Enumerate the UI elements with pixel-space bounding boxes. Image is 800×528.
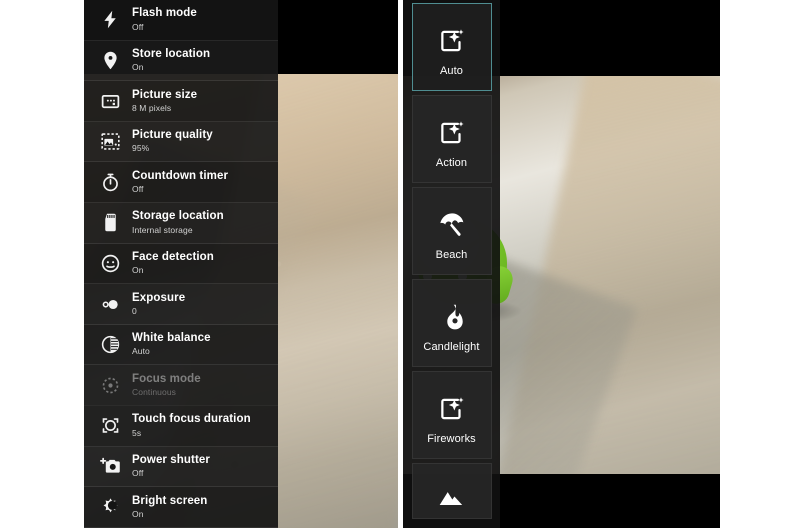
settings-row-title: Touch focus duration <box>132 413 251 426</box>
settings-row[interactable]: Flash mode Off <box>84 0 278 41</box>
settings-row-value: Off <box>132 468 144 479</box>
settings-row-value: 0 <box>132 305 137 316</box>
settings-row-value: On <box>132 508 144 519</box>
settings-row[interactable]: Face detection On <box>84 244 278 285</box>
settings-row-title: Exposure <box>132 291 186 304</box>
settings-row[interactable]: Power shutter Off <box>84 447 278 488</box>
settings-row-text: Exposure 0 <box>132 292 185 317</box>
right-phone-screenshot: Auto Action Beach Candlelight Fireworks <box>403 0 720 528</box>
settings-row-text: Picture quality 95% <box>132 129 213 154</box>
power-shutter-icon <box>88 447 132 487</box>
mountain-icon <box>437 476 467 518</box>
settings-row-value: Auto <box>132 346 150 357</box>
settings-row-text: Countdown timer Off <box>132 170 228 195</box>
settings-row-value: 8 M pixels <box>132 102 172 113</box>
screenshot-page: Flash mode Off Store location On Picture siz… <box>0 0 800 528</box>
settings-row[interactable]: Store location On <box>84 41 278 82</box>
scene-mode-tile[interactable]: Fireworks <box>411 371 492 459</box>
settings-row[interactable]: Countdown timer Off <box>84 162 278 204</box>
settings-row: Focus mode Continuous <box>84 365 278 406</box>
settings-row-text: Storage location Internal storage <box>132 210 224 235</box>
settings-row-value: On <box>132 62 144 73</box>
settings-row-text: White balance Auto <box>132 332 211 357</box>
settings-row-title: Face detection <box>132 250 214 263</box>
scene-mode-tile[interactable]: Candlelight <box>411 279 492 367</box>
settings-row-title: Power shutter <box>132 454 210 467</box>
white-balance-icon <box>88 325 132 365</box>
fireworks-icon <box>437 386 467 432</box>
settings-row-title: Picture quality <box>132 129 213 142</box>
settings-row-text: Face detection On <box>132 251 214 276</box>
settings-row-text: Power shutter Off <box>132 454 210 479</box>
settings-row-text: Picture size 8 M pixels <box>132 89 197 114</box>
action-scene-icon <box>437 110 467 156</box>
scene-mode-label: Candlelight <box>423 340 480 353</box>
settings-row-value: Off <box>132 183 144 194</box>
flame-icon <box>437 294 467 340</box>
scene-mode-label: Action <box>435 156 468 169</box>
scene-mode-tile[interactable]: Beach <box>411 187 492 275</box>
scene-mode-tile[interactable]: Action <box>411 95 492 183</box>
settings-row[interactable]: Touch focus duration 5s <box>84 406 278 447</box>
settings-row-value: Off <box>132 21 144 32</box>
scene-mode-label: Fireworks <box>427 432 476 445</box>
auto-scene-icon <box>437 18 467 64</box>
focus-mode-icon <box>88 365 132 405</box>
settings-row-title: Focus mode <box>132 372 201 385</box>
face-detection-icon <box>88 244 132 284</box>
sd-card-icon <box>88 203 132 243</box>
settings-row-text: Store location On <box>132 48 210 73</box>
settings-row-title: Store location <box>132 47 211 60</box>
settings-row-value: Continuous <box>132 387 177 398</box>
scene-mode-panel[interactable]: Auto Action Beach Candlelight Fireworks <box>403 0 500 528</box>
picture-quality-icon <box>88 122 132 162</box>
settings-row[interactable]: Storage location Internal storage <box>84 203 278 244</box>
settings-row-value: 95% <box>132 143 150 154</box>
settings-row-value: On <box>132 265 144 276</box>
settings-row-text: Flash mode Off <box>132 7 197 32</box>
settings-row-title: Storage location <box>132 210 224 223</box>
exposure-icon <box>88 284 132 324</box>
settings-row-value: 5s <box>132 427 142 438</box>
settings-row[interactable]: Exposure 0 <box>84 284 278 325</box>
camera-settings-list[interactable]: Flash mode Off Store location On Picture siz… <box>84 0 278 528</box>
settings-row-text: Focus mode Continuous <box>132 373 201 398</box>
settings-row-title: Flash mode <box>132 7 197 20</box>
settings-row-text: Touch focus duration 5s <box>132 413 251 438</box>
location-pin-icon <box>88 41 132 81</box>
settings-row-title: Countdown timer <box>132 169 229 182</box>
beach-umbrella-icon <box>437 202 467 248</box>
settings-row[interactable]: Picture size 8 M pixels <box>84 81 278 122</box>
bright-screen-icon <box>88 487 132 527</box>
settings-row-value: Internal storage <box>132 224 193 235</box>
settings-row[interactable]: White balance Auto <box>84 325 278 366</box>
stopwatch-icon <box>88 162 132 202</box>
touch-focus-icon <box>88 406 132 446</box>
settings-row[interactable]: Bright screen On <box>84 487 278 528</box>
scene-mode-tile[interactable]: Auto <box>411 3 492 91</box>
settings-row-text: Bright screen On <box>132 495 207 520</box>
scene-mode-tile[interactable] <box>411 463 492 519</box>
scene-mode-label: Beach <box>435 248 468 261</box>
scene-mode-label: Auto <box>439 64 464 77</box>
picture-size-icon <box>88 81 132 121</box>
settings-row-title: White balance <box>132 332 211 345</box>
settings-row[interactable]: Picture quality 95% <box>84 122 278 163</box>
settings-row-title: Picture size <box>132 88 198 101</box>
left-phone-screenshot: Flash mode Off Store location On Picture siz… <box>84 0 398 528</box>
settings-row-title: Bright screen <box>132 494 208 507</box>
flash-icon <box>88 0 132 40</box>
